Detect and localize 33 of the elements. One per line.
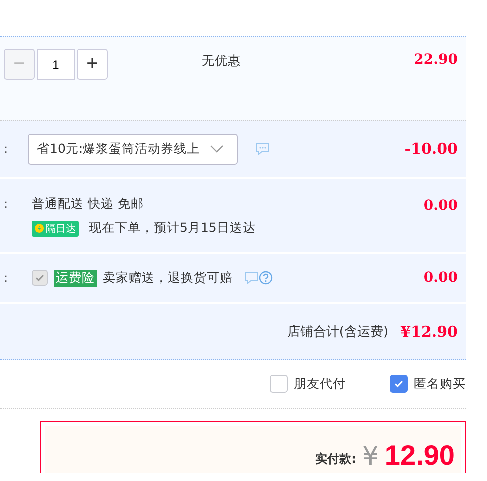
next-day-badge: 隔日达 [32,220,79,236]
shop-total-label: 店铺合计(含运费) [287,324,389,340]
payment-amount: 12.90 [384,442,455,470]
option-checkbox[interactable]: 朋友代付 [270,375,346,393]
comment-icon[interactable] [256,143,270,155]
option-label: 朋友代付 [294,376,346,392]
checkbox[interactable] [270,375,288,393]
field-label: ： [0,196,13,213]
plus-button[interactable]: + [77,49,108,80]
delivery-amount: 0.00 [424,198,458,214]
shop-total-amount: ¥12.90 [400,322,458,340]
payment-label: 实付款: [316,451,356,468]
delivery-method: 普通配送 快递 免邮 [32,196,145,213]
discount-text: 无优惠 [202,53,241,70]
insurance-tag: 运费险 [54,270,97,286]
comment-icon[interactable] [245,272,259,284]
help-icon[interactable] [259,271,273,285]
coupon-select[interactable]: 省10元:爆浆蛋筒活动券线上 [28,134,238,164]
chevron-down-icon [210,145,224,153]
quantity-field[interactable]: 1 [37,49,75,80]
insurance-description: 卖家赠送，退换货可赔 [103,270,233,286]
option-checkbox[interactable]: 匿名购买 [390,375,466,393]
field-label: ： [0,140,13,158]
check-icon [394,379,404,389]
coupon-amount: -10.00 [404,140,458,158]
delivery-eta: 现在下单，预计5月15日送达 [89,220,256,237]
checkbox[interactable] [390,375,408,393]
field-label: ： [0,270,13,286]
option-label: 匿名购买 [414,376,466,392]
insurance-amount: 0.00 [424,270,458,286]
currency-symbol: ¥ [362,444,379,470]
check-icon [35,273,45,283]
item-price: 22.90 [414,52,458,68]
